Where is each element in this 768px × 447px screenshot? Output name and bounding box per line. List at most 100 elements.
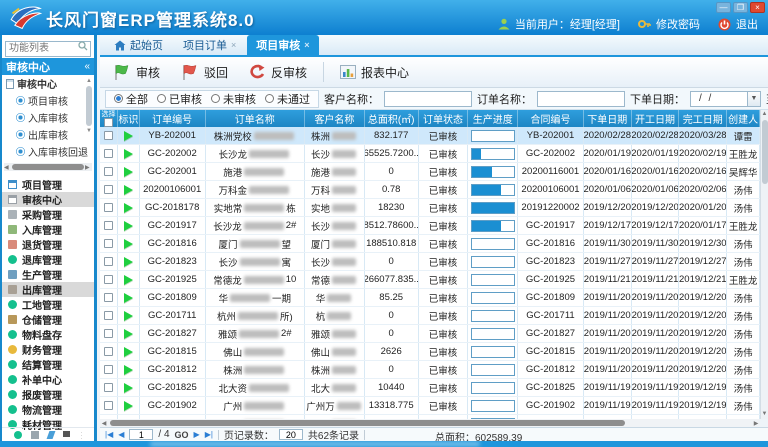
sidebar-item-补单中心[interactable]: 补单中心	[2, 372, 94, 387]
column-header-创建人[interactable]: 创建人	[727, 110, 760, 127]
scroll-thumb[interactable]	[110, 420, 625, 426]
page-number-input[interactable]	[129, 429, 153, 440]
cart-icon[interactable]	[31, 431, 39, 439]
minimize-button[interactable]: —	[716, 2, 731, 13]
tab-project-audit[interactable]: 项目审核 ×	[247, 35, 318, 55]
row-checkbox[interactable]	[104, 401, 113, 410]
table-row[interactable]: GC-201816厦门望厦门188510.818已审核GC-2018162019…	[100, 235, 760, 253]
select-all-checkbox[interactable]	[104, 118, 113, 127]
change-password-link[interactable]: 修改密码	[656, 16, 700, 32]
page-size-input[interactable]	[279, 429, 303, 440]
radio-button-icon[interactable]	[114, 94, 123, 103]
column-header-订单名称[interactable]: 订单名称	[206, 110, 306, 127]
scroll-thumb[interactable]	[12, 164, 84, 170]
radio-全部[interactable]: 全部	[114, 91, 148, 107]
row-checkbox[interactable]	[104, 257, 113, 266]
sidebar-item-结算管理[interactable]: 结算管理	[2, 357, 94, 372]
table-row[interactable]: GC-201815佛山佛山2626已审核GC-2018152019/11/202…	[100, 343, 760, 361]
table-row[interactable]: 20200106001万科金万科0.78已审核202001060012020/0…	[100, 181, 760, 199]
scroll-left-icon[interactable]: ◀	[100, 420, 108, 427]
maximize-button[interactable]: ❐	[733, 2, 748, 13]
first-page-button[interactable]: |◀	[105, 430, 113, 439]
tree-item-出库审核[interactable]: 出库审核	[2, 126, 94, 143]
logout-link[interactable]: 退出	[736, 16, 758, 32]
table-row[interactable]: GC-2018178实地常栋实地18230已审核201912200022019/…	[100, 199, 760, 217]
sidebar-item-项目管理[interactable]: 项目管理	[2, 177, 94, 192]
sidebar-item-财务管理[interactable]: 财务管理	[2, 342, 94, 357]
table-row[interactable]: GC-201827雅颂2#雅颂0已审核GC-2018272019/11/2020…	[100, 325, 760, 343]
sidebar-item-退货管理[interactable]: 退货管理	[2, 237, 94, 252]
row-checkbox[interactable]	[104, 275, 113, 284]
tab-project-orders[interactable]: 项目订单 ×	[174, 35, 245, 55]
sidebar-item-出库管理[interactable]: 出库管理	[2, 282, 94, 297]
table-row[interactable]: GC-202001施港施港0已审核202001160012020/01/1620…	[100, 163, 760, 181]
tab-home[interactable]: 起始页	[105, 35, 172, 55]
table-row[interactable]: GC-201812株洲株洲0已审核GC-2018122019/11/202019…	[100, 361, 760, 379]
order-date-from-input[interactable]: / /	[690, 91, 748, 107]
column-header-订单编号[interactable]: 订单编号	[140, 110, 206, 127]
sidebar-item-审核中心[interactable]: 审核中心	[2, 192, 94, 207]
row-checkbox[interactable]	[104, 347, 113, 356]
sidebar-item-生产管理[interactable]: 生产管理	[2, 267, 94, 282]
row-checkbox[interactable]	[104, 131, 113, 140]
table-row[interactable]: GC-201902广州广州万13318.775已审核GC-2019022019/…	[100, 397, 760, 415]
tree-item-项目审核[interactable]: 项目审核	[2, 92, 94, 109]
sidebar-item-入库管理[interactable]: 入库管理	[2, 222, 94, 237]
scroll-right-icon[interactable]: ▶	[752, 420, 760, 427]
column-header-选择[interactable]: 选择	[100, 110, 118, 127]
column-header-下单日期[interactable]: 下单日期	[584, 110, 632, 127]
radio-未通过[interactable]: 未通过	[265, 91, 310, 107]
table-row[interactable]: GC-201809华一期华85.25已审核GC-2018092019/11/20…	[100, 289, 760, 307]
status-dot-icon[interactable]	[14, 431, 22, 439]
column-header-完工日期[interactable]: 完工日期	[679, 110, 727, 127]
row-checkbox[interactable]	[104, 365, 113, 374]
table-horizontal-scrollbar[interactable]: ◀ ▶	[100, 419, 760, 427]
tree-item-入库审核回退[interactable]: 入库审核回退	[2, 143, 94, 160]
radio-button-icon[interactable]	[265, 94, 274, 103]
reject-button[interactable]: 驳回	[176, 61, 232, 84]
sidebar-item-退库管理[interactable]: 退库管理	[2, 252, 94, 267]
close-tab-icon[interactable]: ×	[304, 40, 309, 50]
unaudit-button[interactable]: 反审核	[244, 62, 311, 83]
scroll-left-icon[interactable]: ◀	[4, 164, 11, 171]
row-checkbox[interactable]	[104, 293, 113, 302]
notebook-icon[interactable]	[63, 431, 70, 439]
row-checkbox[interactable]	[104, 185, 113, 194]
column-header-合同编号[interactable]: 合同编号	[518, 110, 584, 127]
table-row[interactable]: GC-201711杭州所)杭0已审核GC-2017112019/11/20201…	[100, 307, 760, 325]
column-header-总面积(㎡)[interactable]: 总面积(㎡)	[365, 110, 419, 127]
sidebar-item-报废管理[interactable]: 报废管理	[2, 387, 94, 402]
customer-name-input[interactable]	[384, 91, 472, 107]
tree-root-audit-center[interactable]: 审核中心	[2, 75, 94, 92]
report-center-button[interactable]: 报表中心	[336, 62, 413, 83]
radio-已审核[interactable]: 已审核	[157, 91, 202, 107]
table-row[interactable]: GC-201917长沙龙2#长沙8512.78600..已审核GC-201917…	[100, 217, 760, 235]
table-row[interactable]: GC-201825北大资北大10440已审核GC-2018252019/11/1…	[100, 379, 760, 397]
close-tab-icon[interactable]: ×	[231, 40, 236, 50]
row-checkbox[interactable]	[104, 221, 113, 230]
column-header-订单状态[interactable]: 订单状态	[419, 110, 469, 127]
next-page-button[interactable]: ▶	[194, 430, 200, 439]
sidebar-item-工地管理[interactable]: 工地管理	[2, 297, 94, 312]
row-checkbox[interactable]	[104, 311, 113, 320]
row-checkbox[interactable]	[104, 329, 113, 338]
column-header-生产进度[interactable]: 生产进度	[468, 110, 518, 127]
sidebar-item-物流管理[interactable]: 物流管理	[2, 402, 94, 417]
sidebar-item-采购管理[interactable]: 采购管理	[2, 207, 94, 222]
row-checkbox[interactable]	[104, 239, 113, 248]
column-header-客户名称[interactable]: 客户名称	[305, 110, 365, 127]
column-header-开工日期[interactable]: 开工日期	[632, 110, 680, 127]
row-checkbox[interactable]	[104, 383, 113, 392]
scroll-right-icon[interactable]: ▶	[85, 164, 92, 171]
last-page-button[interactable]: ▶|	[205, 430, 213, 439]
tree-horizontal-scrollbar[interactable]: ◀ ▶	[4, 163, 92, 171]
scroll-thumb[interactable]	[762, 120, 768, 184]
scroll-down-icon[interactable]: ▼	[761, 410, 768, 419]
brush-icon[interactable]	[47, 431, 56, 439]
table-row[interactable]: GC-201823长沙寓长沙0已审核GC-2018232019/11/27201…	[100, 253, 760, 271]
table-row[interactable]: GC-202002长沙龙长沙65525.7200..已审核GC-20200220…	[100, 145, 760, 163]
tree-item-入库审核[interactable]: 入库审核	[2, 109, 94, 126]
tree-vertical-scrollbar[interactable]: ▲▼	[85, 77, 93, 161]
row-checkbox[interactable]	[104, 149, 113, 158]
chevron-down-icon[interactable]: ▼	[748, 91, 761, 107]
